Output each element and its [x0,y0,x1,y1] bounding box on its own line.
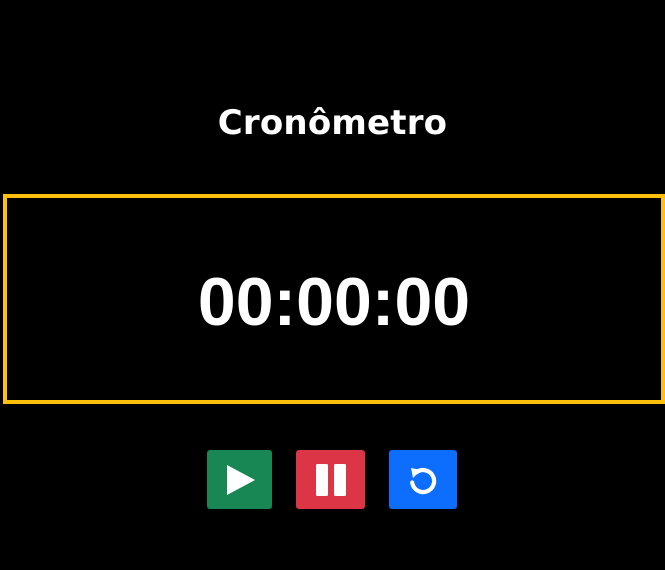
reset-icon [410,467,437,494]
timer-display: 00:00:00 [3,194,665,404]
reset-button[interactable] [389,450,457,509]
pause-button[interactable] [296,450,365,509]
play-icon [226,464,255,495]
page-title: Cronômetro [217,103,448,143]
pause-icon [315,463,346,496]
start-button[interactable] [207,450,272,509]
stopwatch-app: Cronômetro 00:00:00 [0,0,665,570]
time-readout: 00:00:00 [197,264,471,340]
